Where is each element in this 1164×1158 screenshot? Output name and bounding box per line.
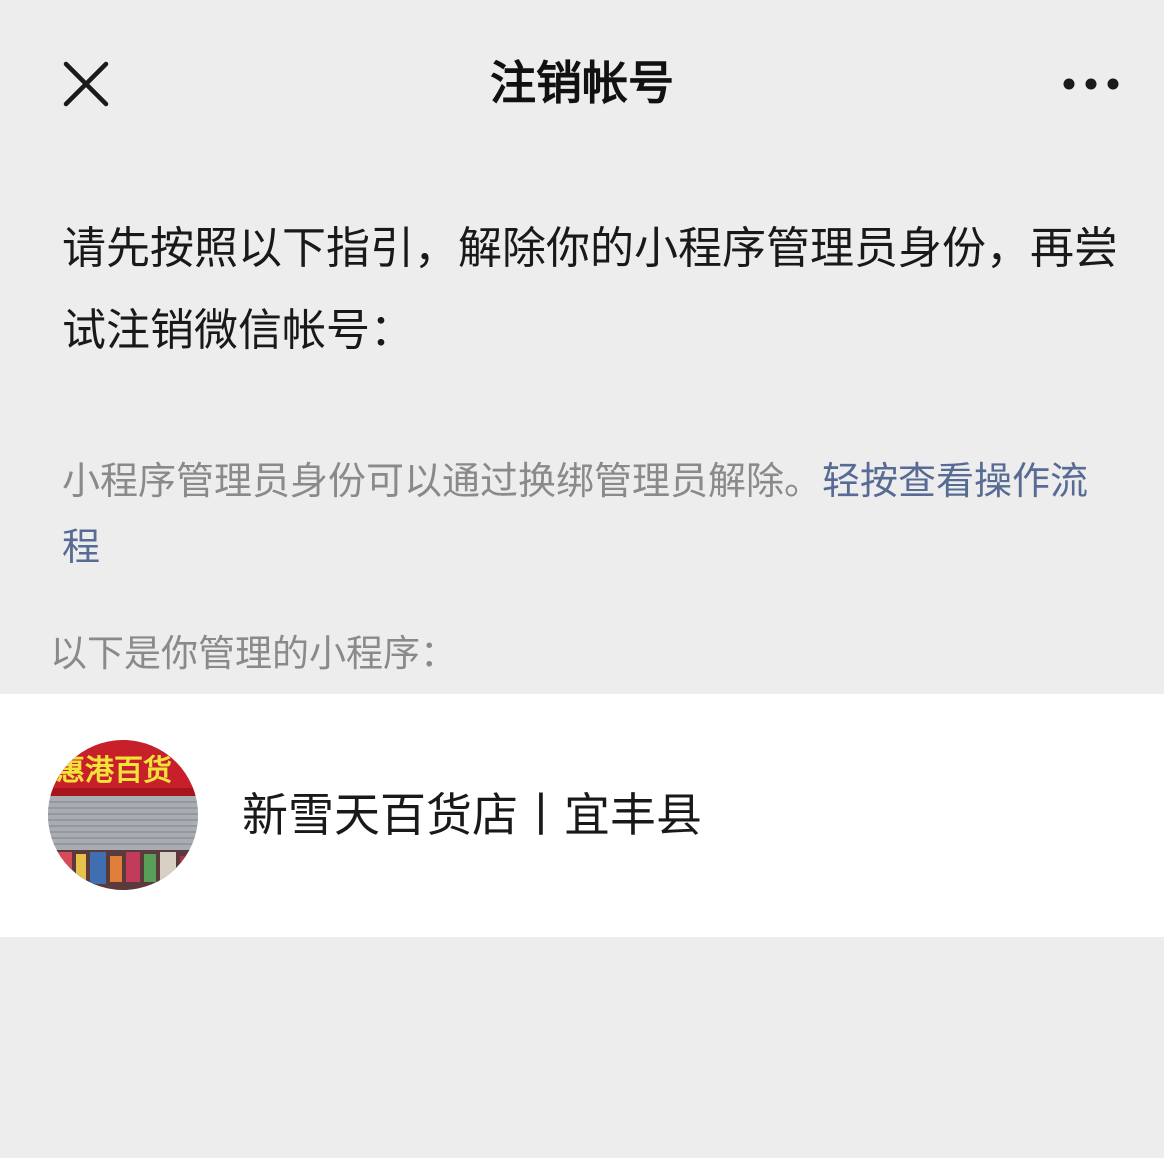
store-front-avatar: 惠港百货 [48,740,198,890]
mini-program-item[interactable]: 惠港百货 新雪天百货店丨宜丰县 [0,694,1164,937]
navigation-bar: 注销帐号 [0,0,1164,170]
hint-body: 小程序管理员身份可以通过换绑管理员解除。 [62,459,823,503]
instruction-text: 请先按照以下指引，解除你的小程序管理员身份，再尝试注销微信帐号： [62,223,1118,356]
store-front-image: 惠港百货 [48,740,198,890]
mini-program-name: 新雪天百货店丨宜丰县 [242,788,702,842]
section-label: 以下是你管理的小程序： [50,632,457,675]
hint-text: 小程序管理员身份可以通过换绑管理员解除。轻按查看操作流程 [62,448,1112,580]
store-sign-text: 惠港百货 [56,753,172,787]
mini-program-list: 惠港百货 新雪天百货店丨宜丰县 [0,694,1164,937]
page-title: 注销帐号 [490,56,674,110]
more-icon [1063,78,1119,90]
more-button[interactable] [1046,54,1136,114]
